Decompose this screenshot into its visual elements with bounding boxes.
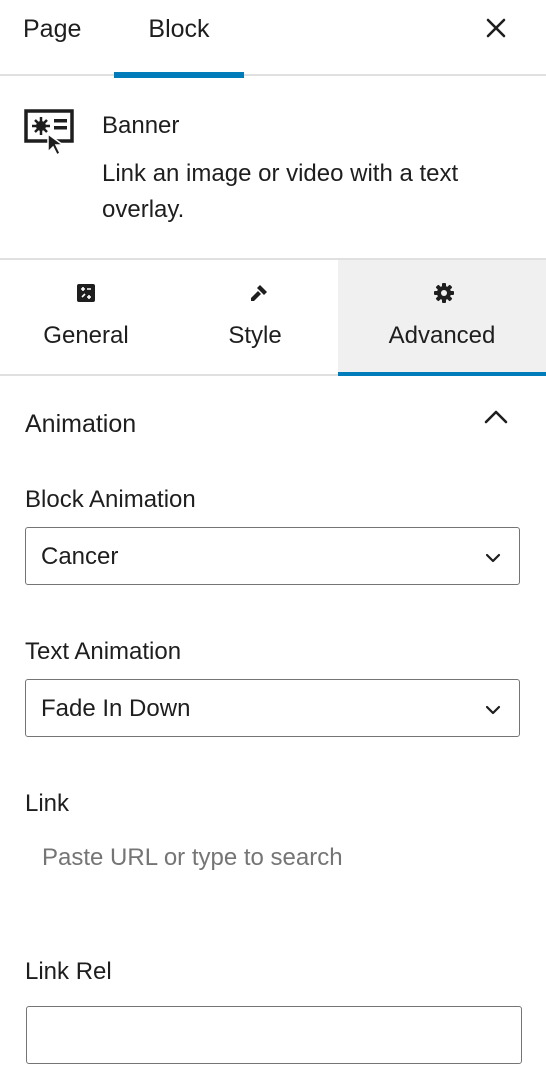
tab-general[interactable]: General <box>0 260 172 374</box>
general-icon <box>77 284 95 302</box>
animation-panel-toggle[interactable]: Animation <box>0 376 546 476</box>
block-title: Banner <box>102 112 180 139</box>
link-rel-label: Link Rel <box>25 958 112 985</box>
chevron-down-icon <box>485 705 501 715</box>
link-url-input[interactable] <box>25 832 520 884</box>
link-label: Link <box>25 790 70 817</box>
tab-general-label: General <box>43 322 129 349</box>
tab-style-label: Style <box>228 322 282 349</box>
tab-advanced-label: Advanced <box>388 322 496 349</box>
link-rel-input[interactable] <box>26 1006 522 1064</box>
sidebar-header-tabs: Page Block <box>0 0 546 78</box>
tab-block[interactable]: Block <box>114 0 244 78</box>
text-animation-value: Fade In Down <box>41 695 191 722</box>
tab-advanced[interactable]: Advanced <box>338 260 546 376</box>
block-animation-label: Block Animation <box>25 486 196 513</box>
block-animation-select[interactable]: Cancer <box>25 527 520 585</box>
chevron-down-icon <box>485 553 501 563</box>
block-card: Banner Link an image or video with a tex… <box>0 76 546 260</box>
text-animation-select[interactable]: Fade In Down <box>25 679 520 737</box>
block-description: Link an image or video with a text overl… <box>102 160 459 223</box>
banner-block-icon <box>24 109 74 156</box>
gear-icon <box>434 283 454 303</box>
panel-title: Animation <box>25 410 137 438</box>
tab-page[interactable]: Page <box>23 0 81 76</box>
tab-page-label: Page <box>23 15 82 43</box>
close-icon <box>486 18 506 38</box>
block-animation-value: Cancer <box>41 543 119 570</box>
chevron-up-icon[interactable] <box>482 408 510 426</box>
tab-block-label: Block <box>148 15 210 43</box>
text-animation-label: Text Animation <box>25 638 182 665</box>
tab-style[interactable]: Style <box>172 260 338 374</box>
inspector-tabs: General Style Advanced <box>0 260 546 376</box>
close-button[interactable] <box>480 12 512 44</box>
brush-icon <box>251 285 267 301</box>
